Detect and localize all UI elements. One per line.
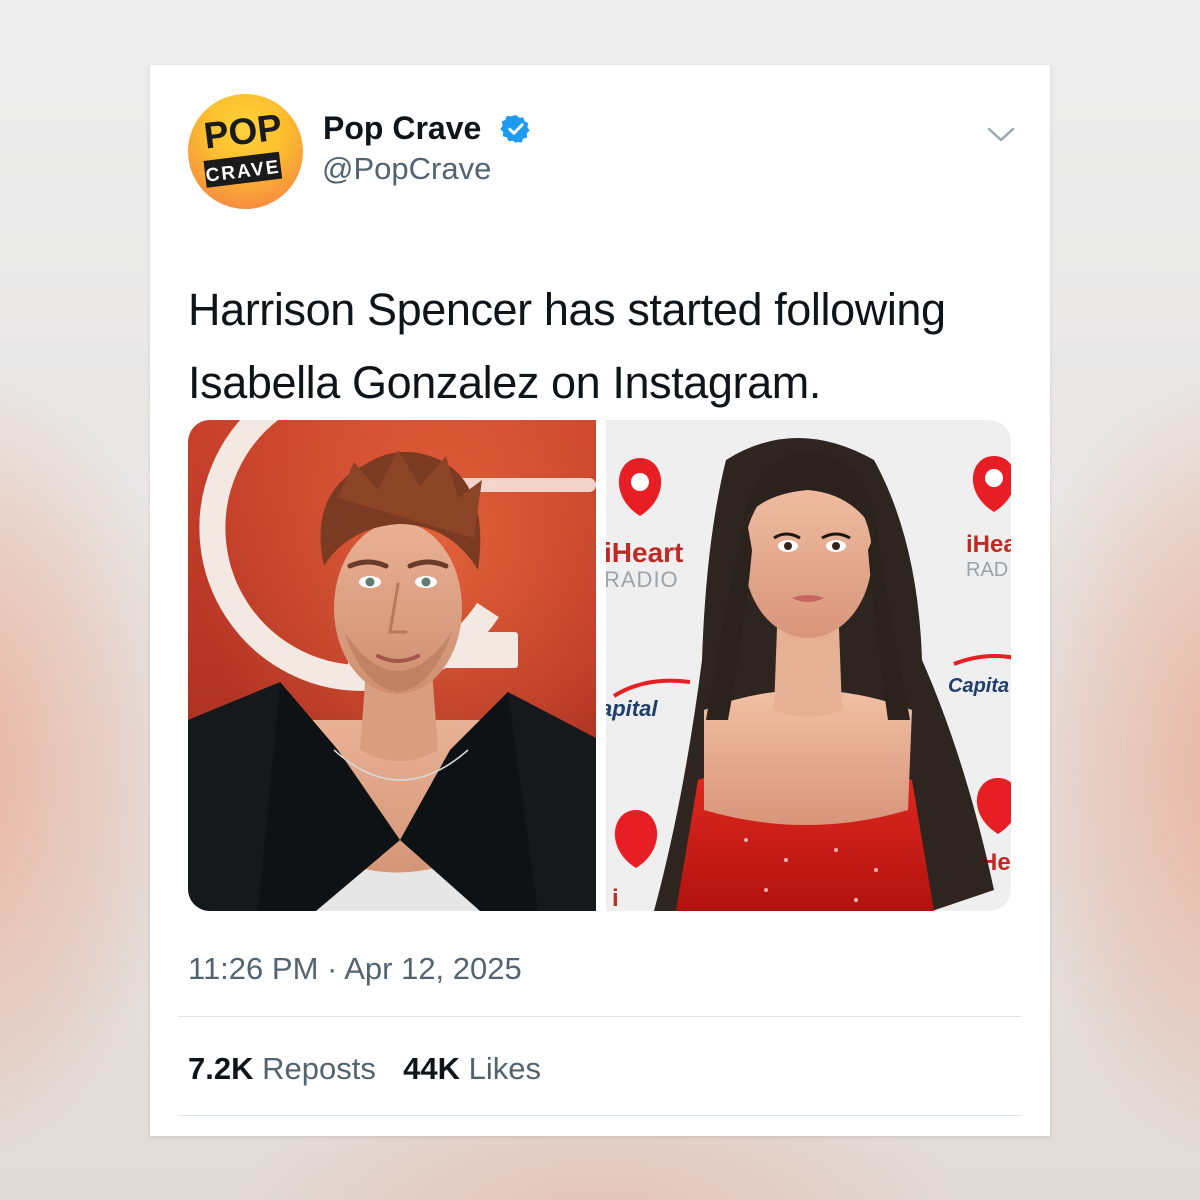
svg-text:POP: POP xyxy=(202,106,285,156)
svg-text:RAD: RAD xyxy=(966,559,1008,581)
svg-text:iHeart: iHeart xyxy=(606,537,683,568)
engagement-stats: 7.2K Reposts 44K Likes xyxy=(188,1053,541,1084)
tweet-text-line1: Harrison Spencer has started following xyxy=(188,284,946,335)
svg-text:i: i xyxy=(612,885,619,911)
verified-badge-icon xyxy=(500,115,530,143)
account-display-name[interactable]: Pop Crave xyxy=(323,112,481,144)
likes-label: Likes xyxy=(468,1051,541,1086)
svg-text:Capita: Capita xyxy=(948,675,1009,697)
tweet-text: Harrison Spencer has started following I… xyxy=(188,273,1018,419)
likes-count: 44K xyxy=(403,1051,460,1086)
divider xyxy=(178,1115,1021,1116)
reposts-label: Reposts xyxy=(262,1051,376,1086)
account-handle[interactable]: @PopCrave xyxy=(322,153,491,184)
chevron-down-icon[interactable] xyxy=(985,123,1017,147)
media-grid[interactable]: iHeart RADIO iHea RAD apital Capita He i xyxy=(188,420,1011,911)
likes-stat[interactable]: 44K Likes xyxy=(403,1051,541,1086)
tweet-text-line2: Isabella Gonzalez on Instagram. xyxy=(188,357,821,408)
svg-text:apital: apital xyxy=(606,696,658,721)
media-photo-right[interactable]: iHeart RADIO iHea RAD apital Capita He i xyxy=(606,420,1011,911)
media-photo-left[interactable] xyxy=(188,420,596,911)
reposts-count: 7.2K xyxy=(188,1051,254,1086)
divider xyxy=(178,1016,1021,1017)
svg-text:iHea: iHea xyxy=(966,531,1011,558)
profile-avatar[interactable]: POP CRAVE xyxy=(188,94,303,209)
tweet-timestamp[interactable]: 11:26 PM · Apr 12, 2025 xyxy=(188,953,522,984)
reposts-stat[interactable]: 7.2K Reposts xyxy=(188,1051,384,1086)
tweet-card: POP CRAVE Pop Crave @PopCrave Harrison S… xyxy=(150,65,1050,1136)
svg-text:RADIO: RADIO xyxy=(606,567,679,592)
